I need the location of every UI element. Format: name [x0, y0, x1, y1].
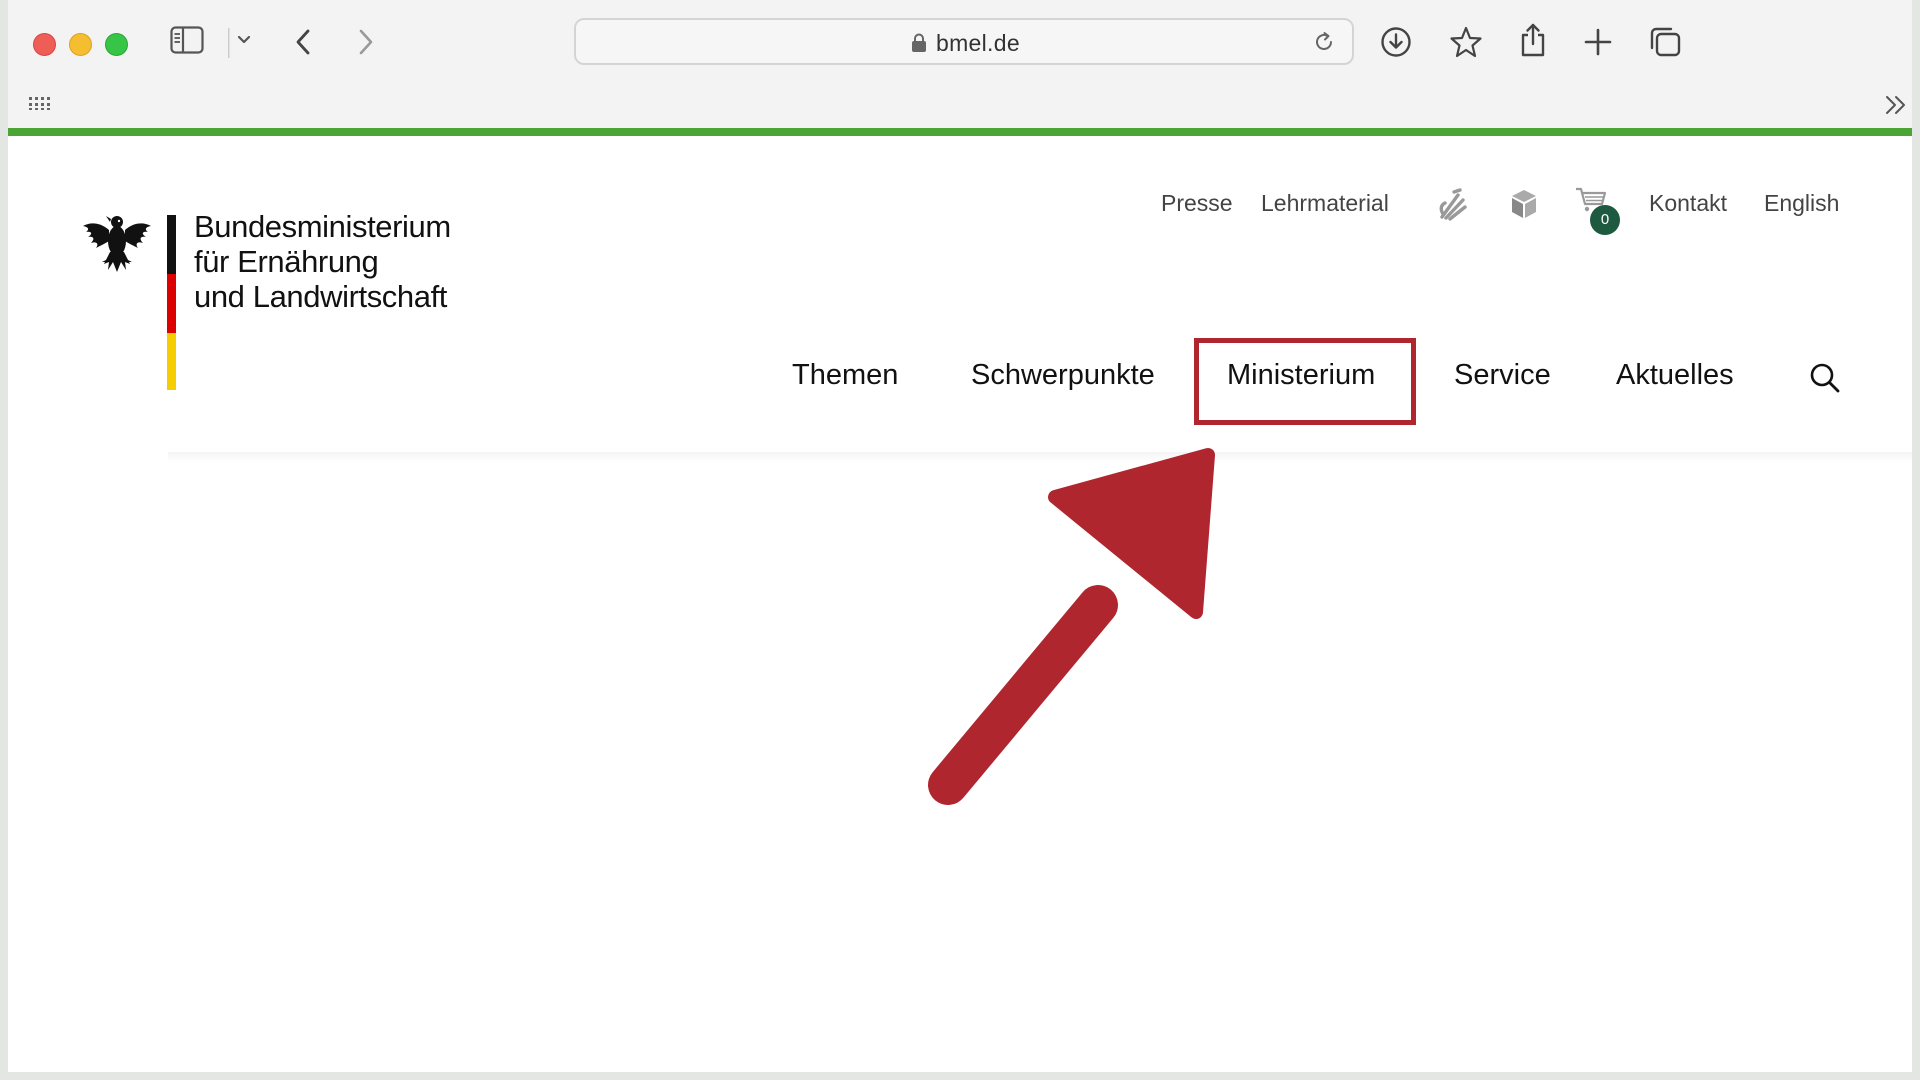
cart-count-badge: 0 [1590, 205, 1620, 235]
ministry-name-line-1: Bundesministerium [194, 209, 451, 244]
double-chevron-icon[interactable] [1884, 94, 1908, 116]
download-icon[interactable] [1380, 26, 1412, 58]
meta-link-lehrmaterial[interactable]: Lehrmaterial [1261, 190, 1389, 217]
browser-window: bmel.de Bundesministerium für Ernährung … [8, 0, 1912, 1072]
sidebar-toggle-icon[interactable] [170, 26, 204, 54]
share-icon[interactable] [1518, 22, 1548, 58]
back-icon[interactable] [293, 27, 313, 57]
tab-overview-icon[interactable] [1648, 26, 1682, 58]
nav-themen[interactable]: Themen [792, 359, 898, 392]
accent-line [8, 128, 1912, 136]
annotation-arrow-icon [908, 440, 1228, 825]
nav-aktuelles[interactable]: Aktuelles [1616, 359, 1734, 392]
url-text: bmel.de [936, 30, 1020, 56]
address-bar[interactable]: bmel.de [574, 18, 1354, 65]
minimize-window-button[interactable] [69, 33, 92, 56]
easy-language-icon[interactable] [1510, 188, 1538, 225]
meta-link-presse[interactable]: Presse [1161, 190, 1233, 217]
forward-icon[interactable] [356, 27, 376, 57]
chevron-down-icon[interactable] [236, 34, 252, 46]
sidebar-divider [228, 28, 230, 58]
nav-service[interactable]: Service [1454, 359, 1551, 392]
sign-language-icon[interactable] [1436, 187, 1468, 226]
reload-icon[interactable] [1312, 30, 1336, 59]
close-window-button[interactable] [33, 33, 56, 56]
ministry-name-line-3: und Landwirtschaft [194, 279, 448, 314]
browser-toolbar: bmel.de [8, 0, 1912, 128]
lock-icon [911, 33, 927, 58]
federal-eagle-icon [82, 210, 152, 281]
bookmark-star-icon[interactable] [1449, 25, 1483, 59]
zoom-window-button[interactable] [105, 33, 128, 56]
ministry-name: Bundesministerium für Ernährung und Land… [194, 209, 451, 314]
meta-link-english[interactable]: English [1764, 190, 1839, 217]
apps-grid-icon[interactable] [28, 96, 50, 110]
flag-stripe-black [167, 215, 176, 274]
highlight-box [1194, 338, 1416, 425]
flag-stripe-gold [167, 333, 176, 390]
new-tab-icon[interactable] [1584, 28, 1612, 56]
meta-link-kontakt[interactable]: Kontakt [1649, 190, 1727, 217]
ministry-name-line-2: für Ernährung [194, 244, 379, 279]
nav-schwerpunkte[interactable]: Schwerpunkte [971, 359, 1155, 392]
search-icon[interactable] [1809, 362, 1841, 399]
flag-stripe-red [167, 274, 176, 333]
